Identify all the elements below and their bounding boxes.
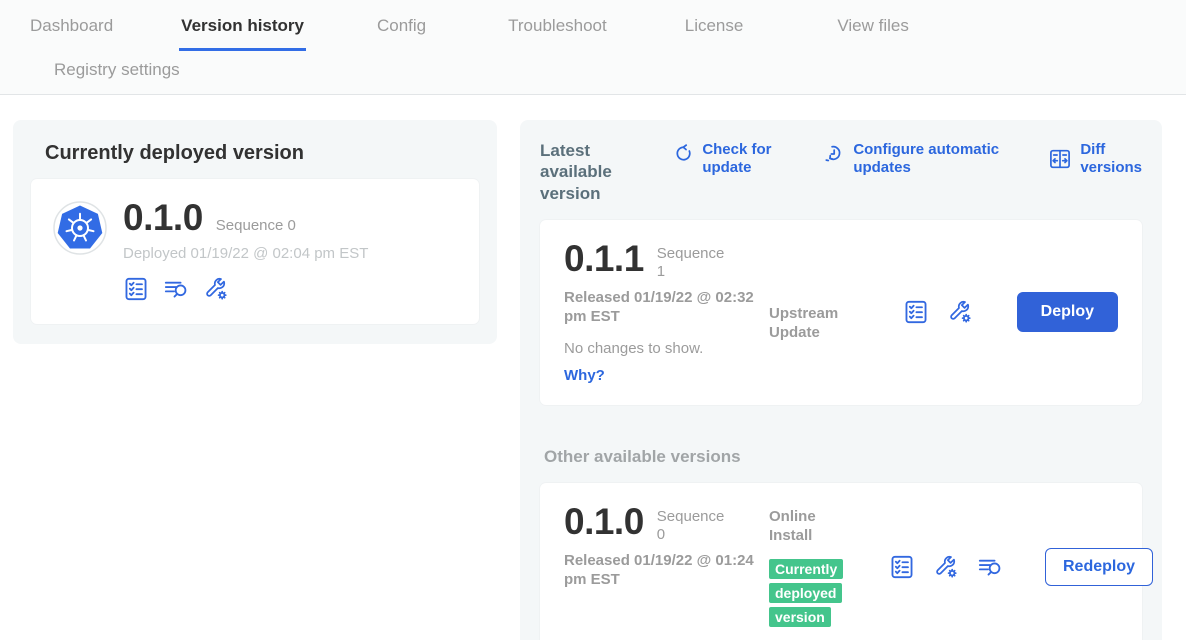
main-content: Currently deployed version 0.1.0 Sequenc… [0,95,1186,640]
deploy-button[interactable]: Deploy [1017,292,1118,332]
tab-dashboard[interactable]: Dashboard [28,16,115,51]
sequence-label: Sequence 0 [216,217,296,235]
source-label: Online Install [769,507,851,546]
edit-config-icon[interactable] [933,554,959,580]
deployed-version-card: 0.1.0 Sequence 0 Deployed 01/19/22 @ 02:… [31,179,479,324]
latest-available-title: Latest available version [540,140,648,204]
other-version-card: 0.1.0 Sequence 0 Released 01/19/22 @ 01:… [540,483,1142,640]
latest-available-panel: Latest available version Check for updat… [520,120,1162,640]
released-timestamp: Released 01/19/22 @ 01:24 pm EST [564,551,756,590]
tab-troubleshoot[interactable]: Troubleshoot [506,16,609,51]
other-version-actions: Redeploy [889,548,1153,586]
diff-icon [1048,147,1072,171]
configure-automatic-updates-link[interactable]: Configure automatic updates [823,141,1011,177]
currently-deployed-panel: Currently deployed version 0.1.0 Sequenc… [13,120,497,344]
edit-config-icon[interactable] [947,299,973,325]
version-source: Online Install Currently deployed versio… [769,503,889,631]
deployed-version-info: 0.1.0 Sequence 0 Deployed 01/19/22 @ 02:… [123,199,368,302]
currently-deployed-badge: Currently deployed version [769,559,843,628]
refresh-icon [672,142,694,164]
deployed-timestamp: Deployed 01/19/22 @ 02:04 pm EST [123,245,368,262]
latest-version-actions: Deploy [903,292,1118,332]
released-timestamp: Released 01/19/22 @ 02:32 pm EST [564,288,756,327]
redeploy-button[interactable]: Redeploy [1045,548,1153,586]
tab-config[interactable]: Config [375,16,428,51]
tab-view-files[interactable]: View files [835,16,911,51]
other-version-info: 0.1.0 Sequence 0 Released 01/19/22 @ 01:… [564,503,769,590]
kubernetes-logo-icon [53,201,107,255]
nav-row-1: Dashboard Version history Config Trouble… [28,16,1158,51]
sequence-label: Sequence 0 [657,503,729,544]
diff-versions-label: Diff versions [1080,141,1142,177]
tab-version-history[interactable]: Version history [179,16,306,51]
source-label: Upstream Update [769,304,851,343]
latest-available-header: Latest available version Check for updat… [540,140,1142,204]
latest-version-info: 0.1.1 Sequence 1 Released 01/19/22 @ 02:… [564,240,769,385]
latest-version-card: 0.1.1 Sequence 1 Released 01/19/22 @ 02:… [540,220,1142,405]
sequence-label: Sequence 1 [657,240,729,281]
deploy-logs-icon[interactable] [977,554,1003,580]
no-changes-text: No changes to show. [564,340,769,357]
version-row: 0.1.0 Sequence 0 [564,503,769,544]
update-actions: Check for update Configure automatic upd… [672,140,1142,177]
status-badge-wrap: Currently deployed version [769,558,863,631]
preflight-checklist-icon[interactable] [889,554,915,580]
other-versions-heading: Other available versions [544,447,1142,467]
check-for-update-link[interactable]: Check for update [672,141,786,177]
version-number: 0.1.0 [564,503,644,540]
check-for-update-label: Check for update [702,141,786,177]
tab-registry-settings[interactable]: Registry settings [52,60,1158,80]
version-source: Upstream Update [769,240,889,343]
version-actions [123,276,368,302]
deploy-logs-icon[interactable] [163,276,189,302]
configure-automatic-updates-label: Configure automatic updates [853,141,1011,177]
version-row: 0.1.0 Sequence 0 [123,199,368,236]
currently-deployed-title: Currently deployed version [45,142,479,165]
schedule-update-icon [823,142,845,164]
version-number: 0.1.0 [123,199,203,236]
why-link[interactable]: Why? [564,367,605,384]
edit-config-icon[interactable] [203,276,229,302]
version-row: 0.1.1 Sequence 1 [564,240,769,281]
nav-row-2: Registry settings [28,51,1158,94]
tab-license[interactable]: License [683,16,746,51]
version-number: 0.1.1 [564,240,644,277]
preflight-checklist-icon[interactable] [123,276,149,302]
diff-versions-link[interactable]: Diff versions [1048,141,1142,177]
preflight-checklist-icon[interactable] [903,299,929,325]
main-nav: Dashboard Version history Config Trouble… [0,0,1186,95]
